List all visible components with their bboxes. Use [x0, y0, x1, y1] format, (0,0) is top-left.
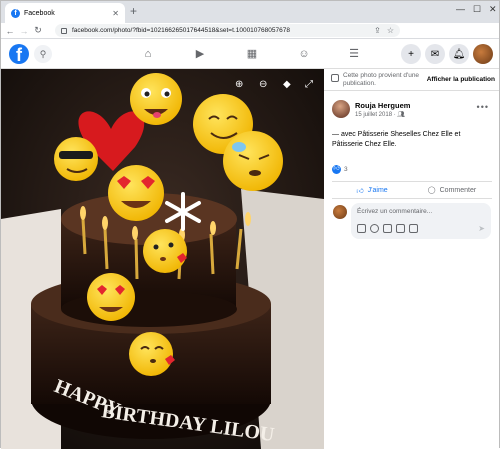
search-icon[interactable]: ⚲	[34, 45, 52, 63]
post-date[interactable]: 15 juillet 2018 · 👥︎	[355, 111, 405, 118]
close-tab-icon[interactable]: ✕	[112, 9, 119, 18]
browser-toolbar: ← → ↻ facebook.com/photo/?fbid=102166265…	[1, 23, 499, 58]
author-name[interactable]: Rouja Herguem	[355, 101, 410, 110]
post-side-panel: Cette photo provient d'une publication. …	[324, 69, 499, 449]
thumbs-up-icon: 👍︎	[356, 187, 364, 195]
comment-placeholder: Écrivez un commentaire...	[357, 208, 433, 215]
commenter-avatar	[333, 205, 347, 219]
like-reaction-icon: 👍︎	[332, 165, 341, 174]
facebook-header: f ⚲ ⌂ ▶ ▦ ☺ ☰ + ✉ 🔔︎	[1, 39, 499, 69]
tab-title: Facebook	[24, 9, 55, 17]
minimize-icon[interactable]: —	[456, 4, 465, 14]
back-icon[interactable]: ←	[3, 26, 17, 36]
sticker-icon[interactable]	[409, 224, 418, 233]
publication-notice: Cette photo provient d'une publication. …	[324, 69, 499, 91]
marketplace-icon[interactable]: ▦	[245, 47, 259, 61]
bookmark-star-icon[interactable]: ☆	[387, 26, 394, 35]
comment-input[interactable]: Écrivez un commentaire... ➤	[351, 203, 491, 239]
menu-icon[interactable]: ☰	[347, 47, 361, 61]
browser-window: f Facebook ✕ + — ☐ ✕ ← → ↻ facebook.com/…	[0, 0, 500, 449]
view-publication-link[interactable]: Afficher la publication	[427, 76, 495, 83]
info-icon	[331, 74, 339, 82]
watch-icon[interactable]: ▶	[193, 47, 207, 61]
cake-photo: HAPPY BIRTHDAY LILOU	[1, 69, 324, 449]
tab-strip: f Facebook ✕ + — ☐ ✕	[1, 1, 499, 23]
lock-icon	[61, 27, 67, 34]
notifications-icon[interactable]: 🔔︎	[449, 44, 469, 64]
close-window-icon[interactable]: ✕	[489, 4, 497, 15]
home-icon[interactable]: ⌂	[141, 47, 155, 61]
facebook-logo[interactable]: f	[9, 44, 29, 64]
post-caption: — avec Pâtisserie Sheselles Chez Elle et…	[332, 131, 461, 148]
create-plus-icon[interactable]: +	[401, 44, 421, 64]
post-actions: 👍︎ J'aime ◯ Commenter	[332, 181, 492, 199]
forward-icon[interactable]: →	[17, 26, 31, 36]
share-icon[interactable]: ⇪	[374, 26, 381, 35]
send-icon[interactable]: ➤	[478, 224, 485, 233]
author-avatar[interactable]	[332, 100, 350, 118]
reactions-summary[interactable]: 👍︎ 3	[332, 165, 348, 174]
zoom-in-icon[interactable]: ⊕	[235, 79, 243, 90]
maximize-icon[interactable]: ☐	[473, 4, 481, 15]
comment-icon: ◯	[427, 187, 436, 194]
address-bar[interactable]: facebook.com/photo/?fbid=102166265017644…	[55, 24, 400, 37]
profile-avatar[interactable]	[473, 44, 493, 64]
avatar-sticker-icon[interactable]	[357, 224, 366, 233]
like-label: J'aime	[367, 186, 388, 194]
audience-icon: 👥︎	[397, 112, 405, 118]
more-options-icon[interactable]: •••	[477, 102, 489, 112]
comment-button[interactable]: ◯ Commenter	[412, 186, 492, 195]
notice-text: Cette photo provient d'une publication.	[343, 72, 420, 87]
reaction-count: 3	[344, 166, 348, 173]
groups-icon[interactable]: ☺	[297, 47, 311, 61]
photo-viewer[interactable]: HAPPY BIRTHDAY LILOU ⊕ ⊖ ◆ ⤢	[1, 69, 324, 449]
emoji-icon[interactable]	[370, 224, 379, 233]
browser-tab[interactable]: f Facebook ✕	[5, 3, 125, 23]
messenger-icon[interactable]: ✉	[425, 44, 445, 64]
like-button[interactable]: 👍︎ J'aime	[332, 186, 412, 195]
tag-icon[interactable]: ◆	[283, 79, 291, 90]
fullscreen-icon[interactable]: ⤢	[305, 79, 313, 90]
url-text: facebook.com/photo/?fbid=102166265017644…	[72, 27, 290, 34]
facebook-favicon-icon: f	[11, 8, 20, 18]
camera-icon[interactable]	[383, 224, 392, 233]
new-tab-button[interactable]: +	[130, 4, 137, 18]
reload-icon[interactable]: ↻	[31, 25, 45, 36]
zoom-out-icon[interactable]: ⊖	[259, 79, 267, 90]
gif-icon[interactable]	[396, 224, 405, 233]
comment-label: Commenter	[439, 186, 477, 194]
